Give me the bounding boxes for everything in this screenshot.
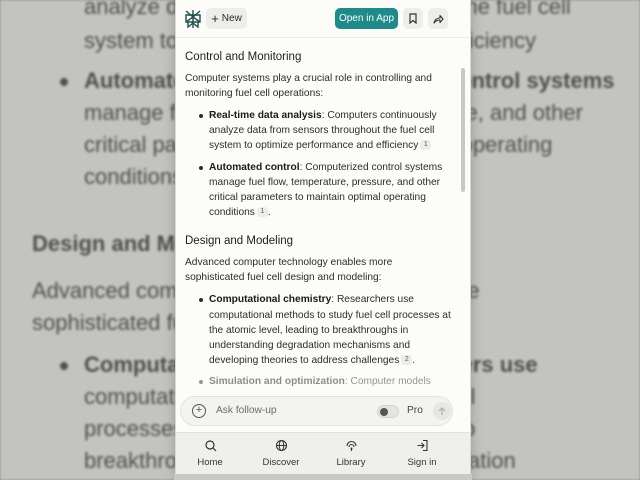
- nav-label: Home: [197, 457, 223, 468]
- nav-library[interactable]: Library: [321, 439, 381, 468]
- citation-badge[interactable]: 1: [256, 207, 268, 218]
- bookmark-button[interactable]: [403, 8, 423, 29]
- scrollbar[interactable]: [461, 68, 465, 192]
- answer-content: Control and Monitoring Computer systems …: [176, 38, 470, 396]
- bottom-navigation: Home Discover Library Sign in: [176, 432, 470, 480]
- open-in-app-button[interactable]: Open in App: [335, 8, 398, 29]
- nav-discover[interactable]: Discover: [251, 439, 311, 468]
- nav-label: Sign in: [407, 457, 437, 468]
- bottom-edge: [174, 474, 472, 480]
- share-icon: [432, 14, 444, 24]
- new-button-label: New: [221, 13, 242, 24]
- follow-up-composer[interactable]: + Ask follow-up Pro: [180, 396, 453, 426]
- section-heading: Design and Modeling: [185, 235, 294, 248]
- section-intro: Advanced computer technology enables mor…: [185, 257, 393, 284]
- section-intro: Computer systems play a crucial role in …: [185, 73, 432, 99]
- pro-label: Pro: [407, 405, 423, 416]
- bg-bullet: [60, 78, 68, 86]
- sign-in-icon: [417, 439, 428, 452]
- library-icon: [345, 440, 357, 451]
- item-text: : Computer models: [344, 376, 431, 388]
- item-term: Simulation and optimization: [209, 376, 345, 388]
- section-heading: Control and Monitoring: [185, 51, 302, 63]
- phone-panel: + New Open in App Control and Monitoring…: [176, 0, 470, 480]
- bullet-list: Real-time data analysis: Computers conti…: [199, 108, 470, 220]
- pro-toggle[interactable]: [377, 405, 399, 418]
- bullet-list: Computational chemistry: Researchers use…: [199, 292, 470, 389]
- citation-badge[interactable]: 1: [420, 140, 432, 151]
- send-button[interactable]: [433, 402, 451, 420]
- list-item: Simulation and optimization: Computer mo…: [199, 374, 451, 389]
- share-button[interactable]: [428, 8, 448, 29]
- list-item: Automated control: Computerized control …: [199, 160, 451, 221]
- arrow-up-icon: [438, 406, 446, 415]
- bg-bullet: [60, 362, 68, 370]
- perplexity-logo-icon[interactable]: [184, 9, 202, 29]
- follow-up-input[interactable]: Ask follow-up: [216, 405, 277, 416]
- list-item: Computational chemistry: Researchers use…: [199, 292, 451, 368]
- nav-label: Discover: [262, 457, 300, 468]
- item-trail: .: [412, 355, 416, 367]
- list-item: Real-time data analysis: Computers conti…: [199, 108, 451, 154]
- top-bar: + New Open in App: [176, 0, 470, 38]
- new-thread-button[interactable]: + New: [206, 8, 247, 29]
- item-term: Automated control: [209, 161, 300, 173]
- bg-line: conditions: [84, 164, 184, 189]
- item-term: Computational chemistry: [209, 294, 332, 306]
- toggle-knob: [380, 408, 388, 416]
- item-term: Real-time data analysis: [209, 110, 322, 121]
- item-trail: .: [267, 207, 271, 219]
- attach-plus-icon[interactable]: +: [192, 404, 206, 418]
- nav-sign-in[interactable]: Sign in: [392, 439, 452, 468]
- nav-label: Library: [336, 457, 366, 468]
- citation-badge[interactable]: 2: [401, 355, 413, 366]
- nav-home[interactable]: Home: [180, 439, 240, 468]
- bookmark-icon: [409, 13, 417, 24]
- globe-icon: [275, 439, 287, 452]
- home-search-icon: [204, 440, 216, 452]
- plus-icon: +: [211, 11, 219, 26]
